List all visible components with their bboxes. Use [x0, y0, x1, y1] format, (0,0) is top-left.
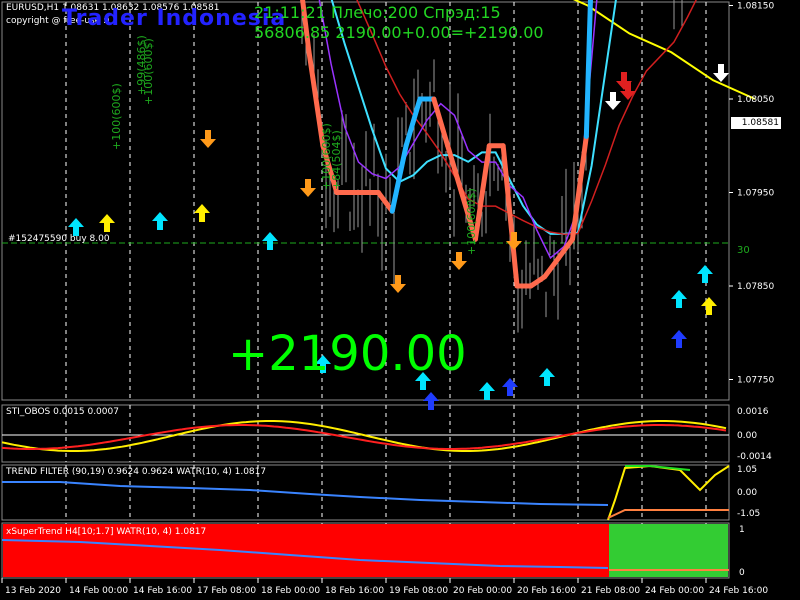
- time-tick-label: 24 Feb 16:00: [709, 586, 768, 596]
- trend-filter-title: TREND FILTER (90,19) 0.9624 0.9624 WATR(…: [6, 467, 267, 477]
- total-profit: +2190.00: [228, 326, 467, 382]
- trend-filter-blue: [2, 481, 609, 506]
- sell-arrow: [200, 130, 216, 148]
- price-tick-label: 1.07950: [737, 189, 774, 199]
- sti-axis-label: -0.0014: [737, 452, 772, 462]
- trend-filter-axis-label: -1.05: [737, 509, 760, 519]
- sell-arrow: [300, 179, 316, 197]
- blue-arrow: [423, 392, 439, 410]
- time-tick-label: 18 Feb 00:00: [261, 586, 320, 596]
- trend-filter-orange: [607, 509, 729, 519]
- time-tick-label: 17 Feb 08:00: [197, 586, 256, 596]
- xsupertrend-title: xSuperTrend H4[10;1.7] WATR(10, 4) 1.081…: [6, 527, 207, 537]
- sti-axis-label: 0.00: [737, 431, 757, 441]
- blue-arrow: [502, 378, 518, 396]
- time-tick-label: 14 Feb 00:00: [69, 586, 128, 596]
- supertrend-segment: [389, 143, 409, 214]
- exit-arrow: [605, 92, 621, 110]
- sell-arrow: [390, 275, 406, 293]
- trading-chart[interactable]: 30+100(600$)+100(600$)+100(600$)+84(504$…: [0, 0, 800, 600]
- open-order-label: #152475590 buy 8.00: [8, 234, 110, 244]
- buy-arrow: [539, 368, 555, 386]
- trade-profit-label: +99(486$): [135, 35, 148, 95]
- sti-obos-title: STI_OBOS 0.0015 0.0007: [6, 407, 119, 417]
- trend-filter-axis-label: 0.00: [737, 488, 757, 498]
- price-tick-label: 1.07750: [737, 376, 774, 386]
- buy-arrow: [697, 265, 713, 283]
- clock-leverage-spread: 21:11:21 Плечо:200 Спрэд:15: [254, 3, 501, 22]
- exit-arrow: [713, 64, 729, 82]
- buy-arrow: [671, 290, 687, 308]
- buy-arrow: [479, 382, 495, 400]
- sti-axis-label: 0.0016: [737, 407, 769, 417]
- price-tick-label: 1.07850: [737, 282, 774, 292]
- sell-arrow: [506, 232, 522, 250]
- trend-filter-axis-label: 1.05: [737, 465, 757, 475]
- price-tick-label: 1.08050: [737, 95, 774, 105]
- watermark: Trader Indonesia: [62, 6, 287, 31]
- sti-red-line: [1, 424, 727, 450]
- small-buy-arrow: [194, 204, 210, 222]
- time-tick-label: 20 Feb 00:00: [453, 586, 512, 596]
- time-tick-label: 18 Feb 16:00: [325, 586, 384, 596]
- price-tick-label: 1.08150: [737, 2, 774, 12]
- blue-arrow: [671, 330, 687, 348]
- time-tick-label: 14 Feb 16:00: [133, 586, 192, 596]
- trade-profit-label: +100(600$): [110, 83, 123, 150]
- trade-profit-label: +100(600$): [465, 188, 478, 255]
- time-tick-label: 21 Feb 08:00: [581, 586, 640, 596]
- indicator-panels: 0.0016 0.00 -0.0014 1.05 0.00 -1.05 1 0: [1, 407, 772, 578]
- small-buy-arrow: [99, 214, 115, 232]
- small-buy-arrow: [701, 297, 717, 315]
- order-line-tag: 30: [737, 245, 750, 256]
- time-tick-label: 13 Feb 2020: [5, 586, 61, 596]
- xsupertrend-axis-label: 0: [739, 568, 745, 578]
- buy-arrow: [152, 212, 168, 230]
- trend-filter-yellow: [607, 464, 730, 521]
- account-balance: 56806.85 2190.00+0.00=+2190.00: [254, 23, 544, 42]
- trade-profit-label: +84(504$): [330, 130, 343, 190]
- buy-arrow: [262, 232, 278, 250]
- supertrend-segment: [431, 96, 451, 149]
- supertrend-segment: [542, 255, 562, 280]
- time-tick-label: 24 Feb 00:00: [645, 586, 704, 596]
- time-tick-label: 19 Feb 08:00: [389, 586, 448, 596]
- current-price-badge: 1.08581: [731, 117, 781, 129]
- time-tick-label: 20 Feb 16:00: [517, 586, 576, 596]
- xsupertrend-axis-label: 1: [739, 525, 745, 535]
- sti-yellow-line: [1, 420, 727, 452]
